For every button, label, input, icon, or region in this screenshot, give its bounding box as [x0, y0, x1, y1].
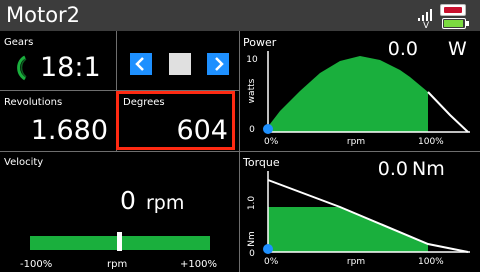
power-chart: 10 0 watts 0% rpm 100%: [246, 51, 470, 147]
velocity-unit: rpm: [146, 192, 185, 214]
power-y-max-tick: 10: [246, 55, 258, 65]
battery-icon: [442, 18, 466, 29]
power-curve-line: [427, 91, 469, 133]
torque-x-max-tick: 100%: [418, 257, 444, 267]
torque-curve-fill: [268, 207, 428, 252]
velocity-label: Velocity: [4, 157, 44, 168]
torque-chart: 1.0 Nm 0 0% rpm 100%: [247, 171, 470, 267]
gears-label: Gears: [4, 37, 34, 48]
degrees-highlight: [116, 91, 235, 150]
revolutions-label: Revolutions: [4, 97, 63, 108]
stop-button[interactable]: [169, 53, 191, 75]
velocity-tick-mid: rpm: [107, 259, 128, 270]
chevron-right-icon: [215, 57, 224, 71]
torque-x-mid-tick: rpm: [347, 257, 365, 267]
torque-y-label: Nm: [247, 231, 257, 247]
voltage-label: V: [423, 21, 430, 31]
power-x-mid-tick: rpm: [347, 137, 365, 147]
status-icons: V: [416, 3, 476, 31]
next-button[interactable]: [207, 53, 229, 75]
velocity-marker[interactable]: [117, 232, 122, 251]
power-y-label: watts: [247, 78, 257, 103]
velocity-value: 0: [120, 186, 136, 215]
velocity-tick-max: +100%: [180, 259, 217, 270]
power-operating-point: [263, 124, 273, 134]
revolutions-value: 1.680: [30, 115, 108, 146]
velocity-tick-min: -100%: [20, 259, 53, 270]
app-title: Motor2: [6, 3, 81, 27]
chevron-left-icon: [135, 57, 144, 71]
torque-y-max-tick: 1.0: [247, 196, 257, 211]
title-bar: Motor2 V: [0, 0, 480, 31]
vex-logo: [440, 4, 466, 16]
power-x-max-tick: 100%: [418, 137, 444, 147]
torque-operating-point: [263, 244, 273, 254]
gears-value: 18:1: [40, 52, 101, 83]
power-x-min-tick: 0%: [264, 137, 279, 147]
prev-button[interactable]: [130, 53, 152, 75]
gear-icon: [17, 55, 27, 81]
torque-x-min-tick: 0%: [264, 257, 279, 267]
power-y-min-tick: 0: [249, 125, 255, 135]
power-curve-fill: [268, 56, 428, 132]
torque-y-min-tick: 0: [249, 249, 255, 259]
